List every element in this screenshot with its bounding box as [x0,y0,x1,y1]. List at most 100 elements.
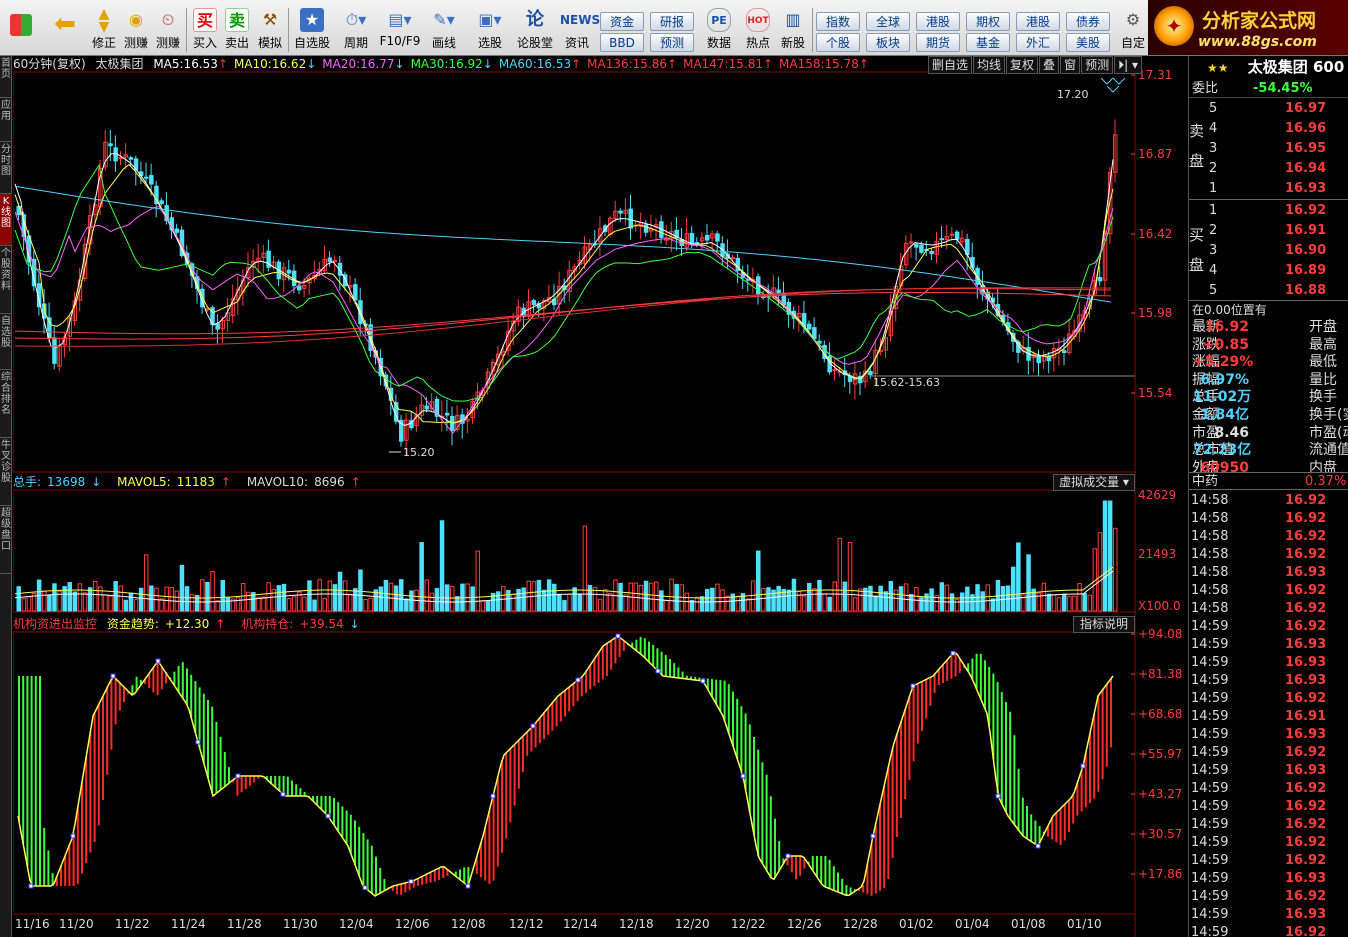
volume-bar [511,593,516,612]
date-axis-label: 12/20 [675,917,710,931]
volume-bar [1016,542,1021,612]
ma-trend-arrow: ↑ [762,57,774,71]
simulate-button[interactable]: ⚒ 模拟 [254,6,286,54]
pe-icon: PE [707,8,731,32]
tick-time: 14:59 [1191,709,1229,724]
chart-nav-icon[interactable]: ⏵| ▾ [1114,56,1142,74]
bbd-button[interactable]: BBD [600,33,644,52]
tick-row: 14:58 16.92 [1189,582,1348,600]
left-tab-profile[interactable]: 个股资料 [0,246,12,314]
tick-price: 16.92 [1285,889,1327,904]
date-axis-label: 11/22 [115,917,150,931]
sector-button[interactable]: 板块 [866,33,910,52]
left-tab-orderbook[interactable]: 超级盘口 [0,506,12,574]
pencil-icon: ✎▾ [433,10,455,29]
volume-bar [526,580,531,612]
price-axis-label: 17.31 [1138,68,1172,82]
sell-row: 5 16.97 [1189,100,1348,118]
custom-button[interactable]: ⚙ 自定 [1116,6,1150,54]
turning-point-marker [615,633,621,639]
forecast-button[interactable]: 预测 [650,33,694,52]
volume-bar [1041,582,1047,612]
volume-bar [1077,583,1082,612]
forex-button[interactable]: 外汇 [1016,33,1060,52]
stock-button[interactable]: 个股 [816,33,860,52]
sell-button[interactable]: 卖 卖出 [222,6,252,54]
volume-bar [205,581,210,612]
hot-button[interactable]: HOT 热点 [740,6,776,54]
virtual-volume-dropdown[interactable]: 虚拟成交量 ▾ [1053,474,1135,491]
fund-button[interactable]: 资金 [600,12,644,31]
chart-tool-button[interactable]: 均线 [973,56,1006,74]
candle-body [929,250,934,255]
fund-trend-arrow: ↑ [215,617,226,631]
countdown-button[interactable]: ⏲ 测赚 [152,6,184,54]
left-tab-kline[interactable]: K线图 [0,194,12,246]
volume-bar [868,585,873,612]
candle-body [919,244,924,253]
left-tab-timeshare[interactable]: 分时图 [0,142,12,194]
forum-button[interactable]: 论 论股堂 [514,6,556,54]
turning-point-marker [28,883,34,889]
candle-body [113,147,118,162]
volume-bar [807,583,812,612]
stat-label-right: 最低 [1309,354,1337,371]
ma-legend-text: MA30:16.92 [410,57,483,71]
futures-button[interactable]: 期货 [916,33,960,52]
buy-row: 1 16.92 [1189,202,1348,220]
left-tab-apps[interactable]: 应用 [0,98,12,142]
kline-chart-svg[interactable]: 17.31 16.87 16.42 15.98 15.54 42629 21493 X100.… [13,56,1188,937]
left-tab-watchlist[interactable]: 自选股 [0,314,12,370]
index-button[interactable]: 指数 [816,12,860,31]
period-button[interactable]: ⏱▾ 周期 [336,6,376,54]
research-button[interactable]: 研报 [650,12,694,31]
sell-level: 3 [1209,141,1218,156]
volume-bar [827,596,832,612]
watchlist-button[interactable]: ★ 自选股 [292,6,332,54]
candle-body [327,257,333,263]
volume-bar [817,580,822,612]
option-button[interactable]: 期权 [966,12,1010,31]
left-tab-diagnose[interactable]: 牛叉诊股 [0,438,12,506]
f10-button[interactable]: ▤▾ F10/F9 [378,6,422,54]
quote-panel: ★★ 太极集团 600 委比 -54.45% 卖盘 5 16.97 4 16.96 3 16… [1188,56,1348,937]
indicator-help-button[interactable]: 指标说明 [1073,616,1135,633]
stock-select-button[interactable]: ▣▾ 选股 [468,6,512,54]
new-stock-button[interactable]: ▥ 新股 [776,6,810,54]
volume-bar [954,599,960,612]
back-button[interactable]: ⬅ [46,6,84,54]
global-button[interactable]: 全球 [866,12,910,31]
chart-tool-button[interactable]: 删自选 [928,56,973,74]
turning-point-marker [785,853,791,859]
fix-button[interactable]: ▲ ▼ 修正 [90,6,118,54]
hk-stock-button[interactable]: 港股 [916,12,960,31]
ce-zhuan-button[interactable]: ◉ 测赚 [120,6,152,54]
chart-tool-button[interactable]: 复权 [1006,56,1039,74]
left-tab-home[interactable]: 首页 [0,56,12,98]
stat-label-right: 换手(实 [1309,407,1348,423]
candle-body [1062,350,1067,354]
fund-market-button[interactable]: 基金 [966,33,1010,52]
chart-tool-button[interactable]: 叠 [1039,56,1060,74]
draw-line-button[interactable]: ✎▾ 画线 [424,6,464,54]
volume-bar [225,597,231,612]
left-tab-ranking[interactable]: 综合排名 [0,370,12,438]
volume-bar [710,587,715,612]
tick-row: 14:59 16.93 [1189,870,1348,888]
volume-bar [541,589,547,612]
volume-bar [286,598,292,612]
ma-trend-arrow: ↑ [571,57,582,71]
windows-button[interactable] [4,6,38,54]
kline-chart-area[interactable]: 17.31 16.87 16.42 15.98 15.54 42629 21493 X100.… [13,56,1188,937]
bond-button[interactable]: 债券 [1066,12,1110,31]
tick-time: 14:59 [1191,619,1229,634]
buy-button[interactable]: 买 买入 [190,6,220,54]
news-button[interactable]: NEWS 资讯 [558,6,600,54]
hk-connect-button[interactable]: 港股 [1016,12,1060,31]
ma-trend-arrow: ↓ [482,57,493,71]
chart-tool-button[interactable]: 预测 [1081,56,1114,74]
chart-tool-button[interactable]: 窗 [1060,56,1081,74]
us-stock-button[interactable]: 美股 [1066,33,1110,52]
turning-point-marker [325,813,331,819]
data-button[interactable]: PE 数据 [700,6,738,54]
